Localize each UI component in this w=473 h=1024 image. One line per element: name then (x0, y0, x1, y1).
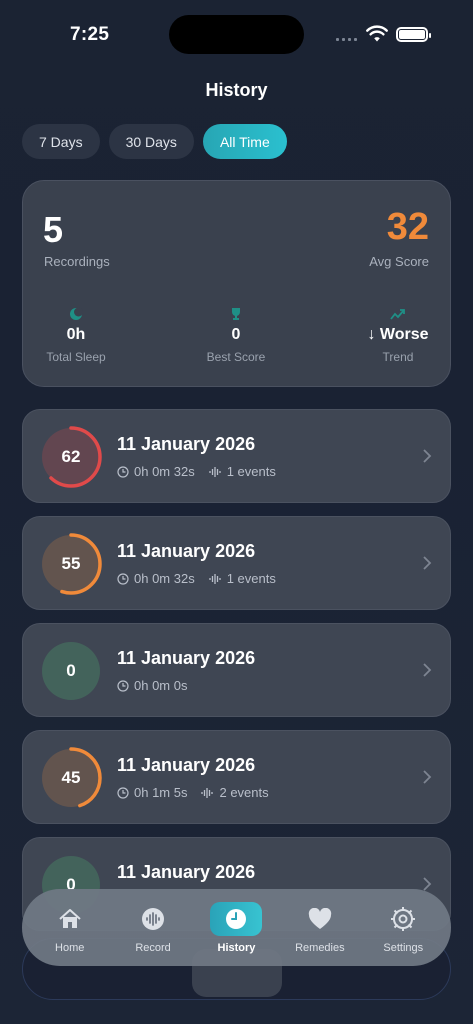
session-date: 11 January 2026 (117, 862, 256, 882)
house-icon (44, 902, 96, 936)
waveform-icon (127, 902, 179, 936)
status-bar: 7:25 (0, 0, 473, 60)
cellular-signal-icon (336, 38, 357, 41)
clock-icon (117, 679, 129, 692)
recordings-label: Recordings (44, 254, 110, 269)
stat-trend: ↓ Worse Trend (338, 305, 458, 364)
tab-remedies[interactable]: Remedies (281, 902, 359, 954)
trend-label: Trend (382, 350, 414, 364)
session-score: 55 (61, 554, 81, 573)
tab-home[interactable]: Home (31, 902, 109, 954)
tab-remedies-label: Remedies (295, 941, 345, 954)
dynamic-island (169, 15, 304, 54)
session-duration: 0h 0m 32s (134, 464, 195, 479)
wifi-icon (366, 25, 388, 42)
session-events: 1 events (226, 571, 276, 586)
status-time: 7:25 (70, 24, 110, 45)
stat-best-score: 0 Best Score (176, 305, 296, 364)
trophy-icon (176, 305, 296, 323)
waveform-icon (209, 573, 221, 584)
session-card[interactable]: 55 11 January 2026 0h 0m 32s 1 events (22, 516, 451, 610)
moon-icon (16, 305, 136, 323)
session-events: 1 events (226, 464, 276, 479)
tab-settings[interactable]: Settings (364, 902, 442, 954)
clock-icon (117, 786, 129, 799)
summary-card: 5 Recordings 32 Avg Score 0h Total Sleep… (22, 180, 451, 387)
session-date: 11 January 2026 (117, 541, 256, 561)
session-meta: 0h 0m 32s 1 events (117, 571, 290, 586)
tab-settings-label: Settings (383, 941, 424, 954)
best-score-value: 0 (231, 326, 241, 343)
chevron-right-icon (423, 770, 432, 784)
avg-score-value: 32 (386, 206, 429, 248)
trend-value: ↓ Worse (367, 326, 429, 343)
session-score: 0 (66, 661, 76, 680)
session-duration: 0h 0m 32s (134, 571, 195, 586)
time-filter-group: 7 Days 30 Days All Time (22, 124, 287, 159)
session-card[interactable]: 62 11 January 2026 0h 0m 32s 1 events (22, 409, 451, 503)
session-card[interactable]: 45 11 January 2026 0h 1m 5s 2 events (22, 730, 451, 824)
tab-record-label: Record (135, 941, 171, 954)
recordings-count: 5 (43, 209, 64, 250)
battery-icon (396, 27, 431, 42)
waveform-icon (209, 466, 221, 477)
chevron-right-icon (423, 449, 432, 463)
tab-record[interactable]: Record (114, 902, 192, 954)
chevron-right-icon (423, 663, 432, 677)
filter-all-time[interactable]: All Time (202, 124, 287, 159)
stat-total-sleep: 0h Total Sleep (16, 305, 136, 364)
heart-icon (294, 902, 346, 936)
waveform-icon (201, 787, 214, 798)
session-score: 62 (61, 447, 81, 466)
session-date: 11 January 2026 (117, 755, 256, 775)
tab-history-label: History (217, 941, 256, 954)
page-title: History (205, 80, 268, 100)
session-events: 2 events (219, 785, 269, 800)
filter-7-days[interactable]: 7 Days (22, 124, 100, 159)
tab-history[interactable]: History (197, 901, 275, 954)
avg-score-label: Avg Score (369, 254, 429, 269)
session-score: 45 (61, 768, 81, 787)
session-meta: 0h 0m 32s 1 events (117, 464, 290, 479)
session-date: 11 January 2026 (117, 648, 256, 668)
session-meta: 0h 1m 5s 2 events (117, 785, 283, 800)
clock-icon (117, 572, 129, 585)
gear-icon (377, 902, 429, 936)
best-score-label: Best Score (206, 350, 266, 364)
chevron-right-icon (423, 556, 432, 570)
session-meta: 0h 0m 0s (117, 678, 201, 693)
total-sleep-value: 0h (66, 326, 86, 343)
trend-chart-icon (338, 305, 458, 323)
session-card[interactable]: 0 11 January 2026 0h 0m 0s (22, 623, 451, 717)
clock-icon (117, 465, 129, 478)
session-duration: 0h 0m 0s (134, 678, 188, 693)
filter-30-days[interactable]: 30 Days (108, 124, 194, 159)
total-sleep-label: Total Sleep (46, 350, 106, 364)
clock-icon (210, 901, 263, 936)
tab-home-label: Home (55, 941, 85, 954)
session-duration: 0h 1m 5s (134, 785, 188, 800)
tab-bar: Home Record History Remedies Settings (22, 889, 451, 966)
session-date: 11 January 2026 (117, 434, 256, 454)
